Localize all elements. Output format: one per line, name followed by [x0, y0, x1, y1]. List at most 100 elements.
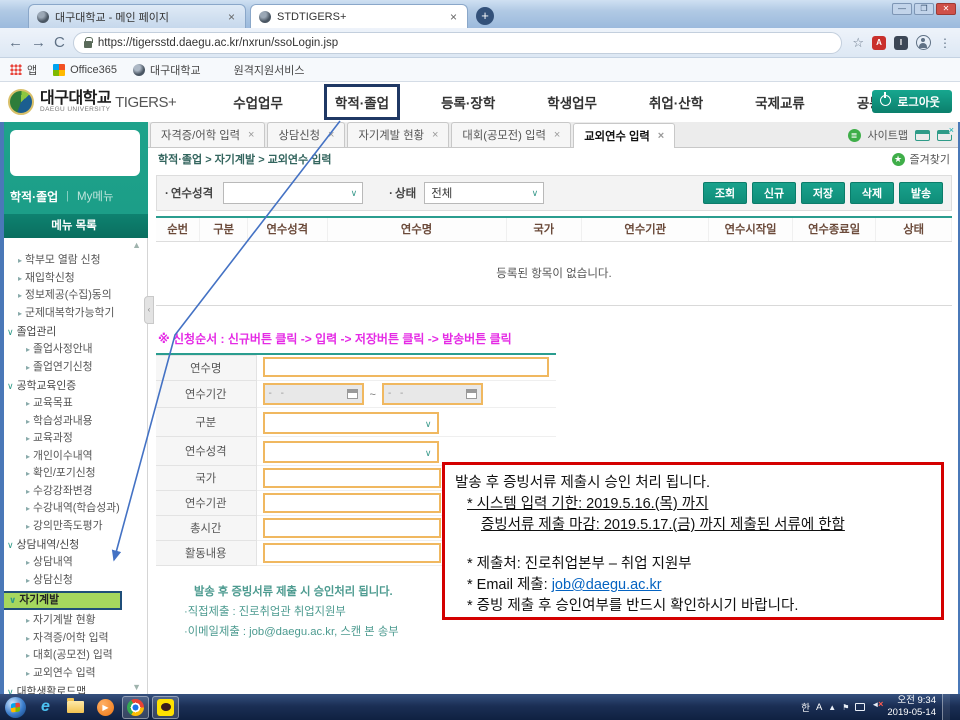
close-window-button[interactable]: ✕	[936, 3, 956, 15]
form-select[interactable]: ∨	[263, 412, 439, 434]
sidebar-item[interactable]: ▸대회(공모전) 입력	[0, 647, 147, 665]
close-icon[interactable]: ×	[554, 129, 560, 141]
training-type-select[interactable]: ∨	[223, 182, 363, 204]
close-icon[interactable]: ×	[248, 129, 254, 141]
action-button[interactable]: 삭제	[850, 182, 894, 204]
sidebar-group[interactable]: ∨졸업관리	[0, 324, 147, 341]
sitemap-icon[interactable]: ≣	[848, 129, 861, 142]
explorer-folder-icon[interactable]	[62, 696, 89, 719]
date-input[interactable]: - -	[382, 383, 483, 405]
url-input[interactable]: https://tigersstd.daegu.ac.kr/nxrun/ssoL…	[73, 32, 843, 54]
new-tab-button[interactable]: +	[476, 7, 494, 25]
nav-item[interactable]: 학생업무	[536, 84, 608, 120]
form-input-5[interactable]	[263, 493, 441, 513]
chevron-down-icon[interactable]: ▼	[132, 682, 141, 692]
media-player-icon[interactable]: ▶	[92, 696, 119, 719]
calendar-icon[interactable]	[466, 389, 477, 399]
sidebar-tab-mymenu[interactable]: My메뉴	[77, 188, 114, 204]
form-input-4[interactable]	[263, 468, 441, 488]
maximize-button[interactable]: ❐	[914, 3, 934, 15]
network-icon[interactable]	[855, 703, 865, 711]
action-button[interactable]: 저장	[801, 182, 845, 204]
action-button[interactable]: 발송	[899, 182, 943, 204]
chevron-up-icon[interactable]: ▲	[132, 240, 141, 250]
workspace-tab[interactable]: 자기계발 현황×	[347, 122, 449, 147]
close-icon[interactable]: ×	[226, 10, 237, 24]
sidebar-group[interactable]: ∨대학생활로드맵	[0, 684, 147, 694]
sitemap-label[interactable]: 사이트맵	[868, 127, 908, 143]
calendar-icon[interactable]	[347, 389, 358, 399]
start-button[interactable]	[2, 696, 29, 719]
close-icon[interactable]: ×	[448, 10, 459, 24]
pdf-extension-icon[interactable]: A	[872, 36, 886, 50]
form-input-7[interactable]	[263, 543, 441, 563]
ime-korean-icon[interactable]: 한	[801, 700, 810, 714]
close-all-windows-icon[interactable]	[937, 130, 952, 141]
sidebar-item[interactable]: ▸자격증/어학 입력	[0, 630, 147, 648]
nav-item[interactable]: 취업·산학	[638, 84, 714, 120]
sidebar-item[interactable]: ▸수강내역(학습성과)	[0, 500, 147, 518]
sidebar-item[interactable]: ▸교육목표	[0, 395, 147, 413]
status-select[interactable]: 전체 ∨	[424, 182, 544, 204]
sidebar-item[interactable]: ▸졸업사정안내	[0, 341, 147, 359]
action-button[interactable]: 조회	[703, 182, 747, 204]
show-desktop-button[interactable]	[942, 694, 950, 720]
sidebar-item[interactable]: ▸교외연수 입력	[0, 665, 147, 683]
sidebar-tab-academic[interactable]: 학적·졸업	[10, 188, 58, 205]
nav-item[interactable]: 국제교류	[744, 84, 816, 120]
logo[interactable]: 대구대학교 DAEGU UNIVERSITY	[40, 91, 111, 114]
form-input-0[interactable]	[263, 357, 549, 377]
windows-icon[interactable]	[915, 130, 930, 141]
sidebar-item[interactable]: ▸교육과정	[0, 430, 147, 448]
sidebar-item[interactable]: ▸군제대복학가능학기	[0, 305, 147, 323]
forward-icon[interactable]: →	[31, 34, 46, 51]
workspace-tab[interactable]: 상담신청×	[267, 122, 345, 147]
nav-item[interactable]: 등록·장학	[430, 84, 506, 120]
close-icon[interactable]: ×	[432, 129, 438, 141]
date-input[interactable]: - -	[263, 383, 364, 405]
bookmark-item[interactable]: Office365	[53, 64, 117, 76]
sidebar-group[interactable]: ∨자기계발	[0, 591, 122, 610]
action-button[interactable]: 신규	[752, 182, 796, 204]
close-icon[interactable]: ×	[328, 129, 334, 141]
sidebar-collapse-handle[interactable]: ‹	[144, 296, 154, 324]
sidebar-item[interactable]: ▸재입학신청	[0, 270, 147, 288]
minimize-button[interactable]: —	[892, 3, 912, 15]
sidebar-item[interactable]: ▸개인이수내역	[0, 448, 147, 466]
email-link[interactable]: job@daegu.ac.kr	[552, 577, 662, 593]
ime-latin-icon[interactable]: A	[816, 702, 822, 713]
profile-icon[interactable]	[916, 35, 931, 50]
bookmark-star-icon[interactable]: ☆	[852, 35, 864, 51]
sidebar-item[interactable]: ▸학습성과내용	[0, 413, 147, 431]
action-center-flag-icon[interactable]: ⚑	[842, 703, 849, 712]
workspace-tab[interactable]: 교외연수 입력×	[573, 123, 675, 148]
sidebar-item[interactable]: ▸상담신청	[0, 572, 147, 590]
reload-icon[interactable]: C	[54, 34, 65, 51]
sidebar-item[interactable]: ▸강의만족도평가	[0, 518, 147, 536]
bookmark-item[interactable]: 원격지원서비스	[217, 62, 305, 78]
volume-muted-icon[interactable]	[871, 703, 881, 712]
sidebar-group[interactable]: ∨상담내역/신청	[0, 537, 147, 554]
kakaotalk-icon[interactable]	[152, 696, 179, 719]
logout-button[interactable]: 로그아웃	[872, 90, 952, 113]
sidebar-item[interactable]: ▸확인/포기신청	[0, 465, 147, 483]
back-icon[interactable]: ←	[8, 34, 23, 51]
form-input-6[interactable]	[263, 518, 441, 538]
extension-icon[interactable]: I	[894, 36, 908, 50]
form-select[interactable]: ∨	[263, 441, 439, 463]
internet-explorer-icon[interactable]: e	[32, 696, 59, 719]
sidebar-item[interactable]: ▸수강강좌변경	[0, 483, 147, 501]
bookmark-item[interactable]: 앱	[10, 62, 37, 78]
bookmark-item[interactable]: 대구대학교	[133, 62, 201, 78]
workspace-tab[interactable]: 자격증/어학 입력×	[150, 122, 265, 147]
workspace-tab[interactable]: 대회(공모전) 입력×	[451, 122, 571, 147]
nav-item[interactable]: 수업업무	[222, 84, 294, 120]
taskbar-clock[interactable]: 오전 9:34 2019-05-14	[887, 695, 936, 719]
browser-tab[interactable]: 대구대학교 - 메인 페이지 ×	[28, 4, 246, 28]
sidebar-group[interactable]: ∨공학교육인증	[0, 378, 147, 395]
sidebar-item[interactable]: ▸정보제공(수집)동의	[0, 287, 147, 305]
chrome-icon[interactable]	[122, 696, 149, 719]
sidebar-item[interactable]: ▸졸업연기신청	[0, 359, 147, 377]
sidebar-item[interactable]: ▸학부모 열람 신청	[0, 252, 147, 270]
browser-tab-active[interactable]: STDTIGERS+ ×	[250, 4, 468, 28]
